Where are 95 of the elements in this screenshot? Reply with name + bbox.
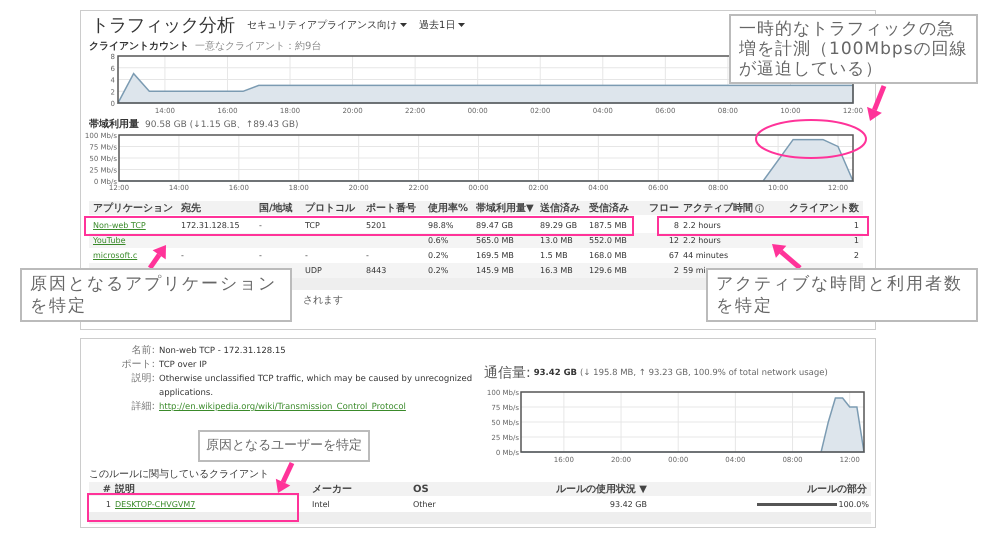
column-header[interactable]: OS (413, 484, 513, 494)
table-cell-text: Other (413, 500, 437, 508)
table-cell-text: 12 (668, 236, 680, 245)
column-header[interactable]: アプリケーション (93, 201, 181, 215)
column-header[interactable]: 帯域利用量▼ (476, 201, 540, 215)
field-value: TCP over IP (159, 359, 208, 372)
share-value: 100.0% (838, 500, 869, 508)
table-cell-text: - (366, 251, 370, 260)
table-cell-text: 169.5 MB (476, 251, 515, 260)
usage-total: 93.42 GB (534, 368, 578, 378)
table-cell-text: 0.6% (428, 236, 450, 245)
column-header[interactable]: ポート番号 (366, 201, 428, 215)
column-header[interactable]: クライアント数 (783, 201, 863, 215)
column-header[interactable]: 宛先 (181, 201, 259, 215)
caret-icon (458, 23, 466, 27)
table-note: されます (303, 294, 343, 307)
field-label: 説明: (130, 372, 156, 386)
column-header[interactable]: 説明 (115, 482, 312, 496)
table-cell-text: 8443 (366, 266, 388, 275)
section-subtitle: 一意なクライアント：約9台 (195, 40, 322, 53)
table-cell-text: 145.9 MB (476, 266, 515, 275)
table-cell-text: - (259, 251, 263, 260)
column-header[interactable]: メーカー (312, 482, 413, 496)
table-cell-text: 1 (852, 236, 860, 245)
section-title: クライアントカウント (89, 40, 189, 53)
table-cell-text: 2.2 hours (683, 236, 722, 245)
table-cell-text: 44 minutes (683, 251, 730, 260)
application-link[interactable]: microsoft.c (93, 251, 181, 260)
table-cell-text: 8 (672, 221, 680, 230)
section-title: 帯域利用量 (89, 118, 139, 131)
table-cell-text: 93.42 GB (608, 500, 648, 508)
table-cell-text: 168.0 MB (589, 251, 628, 260)
column-header[interactable]: 使用率% (428, 201, 476, 215)
table-cell-text: 1 (104, 500, 112, 508)
table-cell-text: 59 mi (683, 266, 707, 275)
callout-note: 原因となるユーザーを特定 (198, 430, 370, 462)
filter-dropdown[interactable]: 過去1日 (419, 18, 466, 32)
callout-note: 原因となるアプリケーションを特定 (20, 268, 292, 322)
application-link[interactable]: Non-web TCP (93, 221, 181, 230)
table-cell-text: 98.8% (428, 221, 454, 230)
table-cell-text: 187.5 MB (589, 221, 628, 230)
table-cell-text: UDP (305, 266, 323, 275)
table-cell-text: 0.2% (428, 266, 450, 275)
column-header[interactable]: プロトコル (305, 201, 366, 215)
callout-arrow (772, 244, 802, 270)
table-cell-text: 0.2% (428, 251, 450, 260)
table-cell-text: 5201 (366, 221, 388, 230)
table-cell-text: 89.29 GB (540, 221, 578, 230)
field-label: ポート: (120, 358, 156, 372)
table-cell-text: 2 (852, 251, 860, 260)
table-cell-text: 552.0 MB (589, 236, 628, 245)
column-header[interactable]: フロー (649, 201, 683, 215)
table-cell-text: - (181, 251, 185, 260)
table-cell-text: Intel (312, 500, 331, 508)
table-cell-text: - (259, 221, 263, 230)
callout-arrow (148, 245, 166, 270)
column-header[interactable]: # (89, 484, 115, 494)
usage-summary: (↓ 195.8 MB, ↑ 93.23 GB, 100.9% of total network usage) (580, 368, 828, 378)
table-cell-text: 67 (668, 251, 680, 260)
column-header[interactable]: アクティブ時間 (683, 201, 783, 215)
info-icon (755, 204, 764, 212)
table-cell-text: - (305, 251, 309, 260)
field-value: Non-web TCP - 172.31.128.15 (159, 345, 287, 358)
filter-dropdown[interactable]: セキュリティアプライアンス向け (247, 18, 407, 32)
page-title: トラフィック分析 (91, 14, 235, 37)
table-cell-text: 16.3 MB (540, 266, 574, 275)
field-value: Otherwise unclassified TCP traffic, which may be caused by unrecognized applications. (159, 373, 474, 400)
reference-link[interactable]: http://en.wikipedia.org/wiki/Transmission_Control_Protocol (159, 400, 484, 414)
table-cell-text: 89.47 GB (476, 221, 514, 230)
callout-arrow (276, 462, 294, 493)
table-cell-text: 1 (852, 221, 860, 230)
table-cell-text: 2.2 hours (683, 221, 722, 230)
client-link[interactable]: DESKTOP-CHVGVM7 (115, 500, 312, 508)
callout-note: アクティブな時間と利用者数を特定 (706, 268, 978, 322)
table-cell-text: 129.6 MB (589, 266, 628, 275)
field-label: 名前: (130, 344, 156, 358)
table-cell-text: 1.5 MB (540, 251, 569, 260)
column-header[interactable]: 送信済み (540, 201, 589, 215)
column-header[interactable]: 受信済み (589, 201, 649, 215)
caret-icon (400, 23, 407, 27)
section-summary: 90.58 GB (↓1.15 GB、↑89.43 GB) (145, 118, 299, 130)
callout-arrow (867, 85, 886, 121)
table-cell-text: 172.31.128.15 (181, 221, 241, 230)
field-label: 詳細: (130, 400, 156, 414)
column-header[interactable]: ルールの使用状況 ▼ (513, 482, 651, 496)
column-header[interactable]: ルールの部分 (651, 482, 871, 496)
section-title: このルールに関与しているクライアント (89, 468, 270, 482)
usage-title: 通信量: (484, 364, 531, 382)
callout-note: 一時的なトラフィックの急増を計測（100Mbpsの回線が逼迫している） (729, 14, 978, 84)
application-link[interactable]: YouTube (93, 236, 181, 245)
table-cell-text: TCP (305, 221, 321, 230)
column-header[interactable]: 国/地域 (259, 201, 305, 215)
table-cell-text: 565.0 MB (476, 236, 515, 245)
table-cell-text: 2 (672, 266, 680, 275)
table-cell-text: 13.0 MB (540, 236, 574, 245)
